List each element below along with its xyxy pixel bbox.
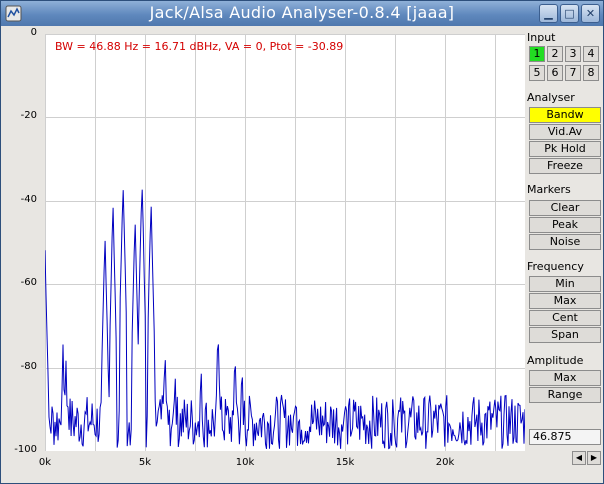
app-window: Jack/Alsa Audio Analyser-0.8.4 [jaaa] ▁ … <box>0 0 604 484</box>
input-channel-4-button[interactable]: 4 <box>583 46 599 62</box>
maximize-button[interactable]: □ <box>560 4 579 23</box>
x-tick-label: 20k <box>435 457 455 468</box>
frequency-max-button[interactable]: Max <box>529 293 601 309</box>
amplitude-max-button[interactable]: Max <box>529 370 601 386</box>
analyser-bandw-button[interactable]: Bandw <box>529 107 601 123</box>
left-arrow-button[interactable]: ◀ <box>572 451 586 465</box>
spectrum-plot[interactable]: BW = 46.88 Hz = 16.71 dBHz, VA = 0, Ptot… <box>45 34 525 451</box>
analyser-vid-av-button[interactable]: Vid.Av <box>529 124 601 140</box>
input-channel-6-button[interactable]: 6 <box>547 65 563 81</box>
window-title: Jack/Alsa Audio Analyser-0.8.4 [jaaa] <box>149 3 455 22</box>
title-bar[interactable]: Jack/Alsa Audio Analyser-0.8.4 [jaaa] ▁ … <box>1 1 603 26</box>
markers-noise-button[interactable]: Noise <box>529 234 601 250</box>
input-channel-5-button[interactable]: 5 <box>529 65 545 81</box>
maximize-icon: □ <box>564 7 575 20</box>
spectrum-trace <box>45 189 525 450</box>
input-section-label: Input <box>527 31 556 44</box>
amplitude-section-label: Amplitude <box>527 354 584 367</box>
spectrum-svg <box>45 34 525 451</box>
analyser-pk-hold-button[interactable]: Pk Hold <box>529 141 601 157</box>
right-arrow-button[interactable]: ▶ <box>587 451 601 465</box>
control-panel: Input 1234 5678 Analyser Bandw Vid.Av Pk Ho… <box>526 27 604 481</box>
y-tick-label: -60 <box>20 277 37 289</box>
triangle-right-icon: ▶ <box>590 453 598 462</box>
triangle-left-icon: ◀ <box>575 453 583 462</box>
frequency-section-label: Frequency <box>527 260 584 273</box>
y-tick-label: -40 <box>20 193 37 205</box>
x-tick-label: 10k <box>235 457 255 468</box>
markers-peak-button[interactable]: Peak <box>529 217 601 233</box>
analyser-section-label: Analyser <box>527 91 575 104</box>
x-tick-label: 0k <box>38 457 52 468</box>
measurement-info: BW = 46.88 Hz = 16.71 dBHz, VA = 0, Ptot… <box>55 40 344 53</box>
y-tick-label: -20 <box>20 110 37 122</box>
x-tick-label: 15k <box>335 457 355 468</box>
close-icon: ✕ <box>585 7 596 20</box>
markers-section-label: Markers <box>527 183 571 196</box>
y-tick-label: -100 <box>14 444 37 455</box>
amplitude-range-button[interactable]: Range <box>529 387 601 403</box>
input-channel-2-button[interactable]: 2 <box>547 46 563 62</box>
input-channel-1-button[interactable]: 1 <box>529 46 545 62</box>
frequency-cent-button[interactable]: Cent <box>529 310 601 326</box>
minimize-icon: ▁ <box>544 7 553 20</box>
input-channel-3-button[interactable]: 3 <box>565 46 581 62</box>
frequency-span-button[interactable]: Span <box>529 327 601 343</box>
input-channel-8-button[interactable]: 8 <box>583 65 599 81</box>
minimize-button[interactable]: ▁ <box>539 4 558 23</box>
x-tick-label: 5k <box>138 457 152 468</box>
value-field[interactable]: 46.875 <box>529 429 601 445</box>
input-channel-7-button[interactable]: 7 <box>565 65 581 81</box>
frequency-min-button[interactable]: Min <box>529 276 601 292</box>
close-button[interactable]: ✕ <box>581 4 600 23</box>
analyser-freeze-button[interactable]: Freeze <box>529 158 601 174</box>
markers-clear-button[interactable]: Clear <box>529 200 601 216</box>
y-tick-label: -80 <box>20 360 37 372</box>
y-tick-label: 0 <box>30 27 37 38</box>
